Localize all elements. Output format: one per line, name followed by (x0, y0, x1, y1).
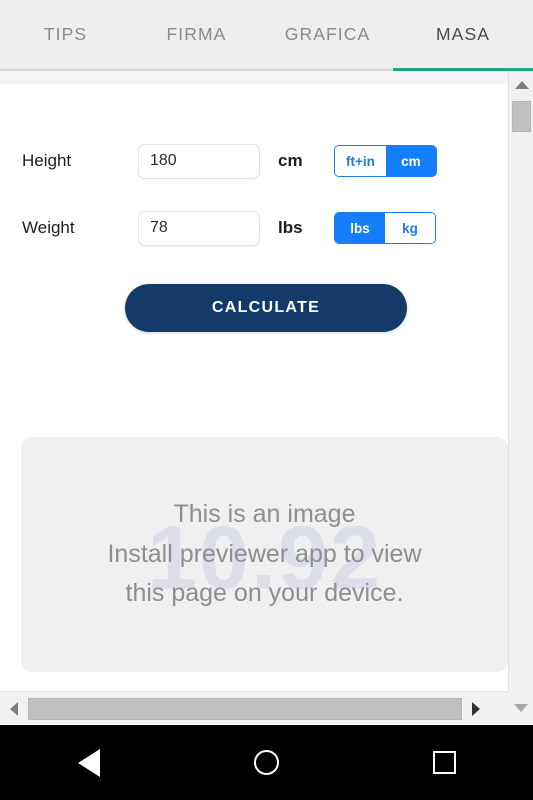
app-screen: TIPS FIRMA GRAFICA MASA Height cm ft+in … (0, 0, 533, 800)
nav-home-button[interactable] (226, 725, 306, 800)
nav-recents-button[interactable] (404, 725, 484, 800)
height-unit-toggle-group: ft+in cm (334, 145, 437, 177)
placeholder-line-1: This is an image (173, 500, 356, 529)
height-input[interactable] (138, 143, 260, 179)
android-navigation-bar (0, 725, 533, 800)
scroll-left-button[interactable] (0, 692, 28, 726)
content-area: Height cm ft+in cm Weight lbs lbs kg CAL… (0, 71, 508, 691)
placeholder-line-2: Install previewer app to view (107, 539, 422, 568)
height-toggle-ftin[interactable]: ft+in (335, 146, 386, 176)
weight-unit-label: lbs (278, 218, 303, 237)
height-toggle-cm[interactable]: cm (385, 146, 436, 176)
horizontal-scrollbar-thumb[interactable] (28, 697, 462, 720)
weight-toggle-kg[interactable]: kg (385, 213, 435, 243)
image-placeholder-message: This is an image Install previewer app t… (95, 495, 433, 614)
scroll-down-button[interactable] (508, 691, 533, 725)
home-circle-icon (253, 750, 279, 775)
triangle-down-icon (513, 704, 528, 712)
tab-tips[interactable]: TIPS (0, 0, 131, 69)
tab-firma[interactable]: FIRMA (131, 0, 262, 69)
weight-toggle-lbs[interactable]: lbs (335, 213, 385, 243)
nav-back-button[interactable] (49, 725, 129, 800)
tab-tips-label: TIPS (43, 24, 88, 44)
tab-firma-label: FIRMA (166, 24, 227, 44)
content-top-strip (0, 71, 508, 84)
triangle-left-icon (10, 701, 18, 716)
weight-unit-toggle-group: lbs kg (334, 212, 436, 244)
placeholder-line-3: this page on your device. (125, 579, 404, 608)
scroll-right-button[interactable] (462, 692, 490, 726)
height-label: Height (22, 151, 72, 170)
weight-label: Weight (22, 218, 75, 237)
triangle-up-icon (514, 81, 529, 89)
tab-masa-label: MASA (436, 24, 490, 44)
tab-bar: TIPS FIRMA GRAFICA MASA (0, 0, 533, 71)
recents-square-icon (432, 751, 456, 774)
weight-input[interactable] (138, 210, 260, 246)
tab-masa[interactable]: MASA (393, 0, 533, 71)
calculate-button[interactable]: CALCULATE (125, 284, 407, 332)
vertical-scrollbar-thumb[interactable] (512, 101, 531, 132)
scroll-up-button[interactable] (509, 74, 533, 96)
tab-grafica-label: GRAFICA (284, 24, 371, 44)
weight-row: Weight lbs lbs kg (0, 205, 508, 251)
triangle-right-icon (472, 701, 480, 716)
tab-grafica[interactable]: GRAFICA (262, 0, 393, 69)
back-triangle-icon (77, 748, 100, 777)
height-unit-label: cm (278, 151, 303, 170)
height-row: Height cm ft+in cm (0, 138, 508, 184)
image-placeholder-card: 10.92 This is an image Install previewer… (21, 437, 508, 672)
horizontal-scrollbar[interactable] (0, 691, 508, 725)
vertical-scrollbar[interactable] (508, 71, 533, 691)
